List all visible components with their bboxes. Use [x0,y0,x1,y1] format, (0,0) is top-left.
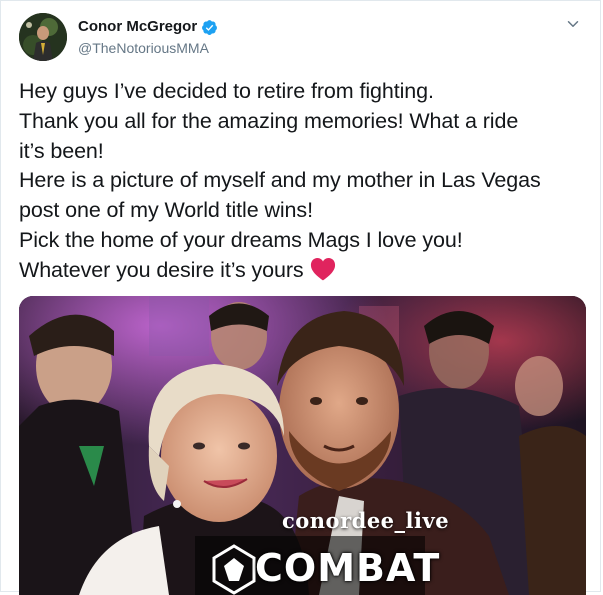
display-name-row: Conor McGregor [78,17,218,37]
tweet-text-line: Pick the home of your dreams Mags I love… [19,227,463,252]
tweet-text-line-last: Whatever you desire it’s yours [19,256,589,286]
tweet-text: Hey guys I’ve decided to retire from fig… [19,77,589,286]
verified-badge-icon [202,19,218,35]
tweet-text-line: Whatever you desire it’s yours [19,257,304,282]
avatar-icon [19,13,67,61]
tweet-media-photo[interactable]: conordee_live COMBAT [19,296,586,595]
tweet-text-line: Thank you all for the amazing memories! … [19,108,519,133]
author-names: Conor McGregor @TheNotoriousMMA [78,17,218,58]
tweet-text-line: Hey guys I’ve decided to retire from fig… [19,79,434,103]
chevron-down-icon[interactable] [564,15,582,33]
tweet-card: Conor McGregor @TheNotoriousMMA Hey guys… [0,0,601,595]
tweet-text-line: Here is a picture of myself and my mothe… [19,168,541,193]
photo-logo-text: COMBAT [255,546,441,590]
display-name[interactable]: Conor McGregor [78,17,197,37]
heart-icon [310,257,335,281]
tweet-text-line: post one of my World title wins! [19,198,313,223]
avatar[interactable] [19,13,67,61]
tweet-header: Conor McGregor @TheNotoriousMMA [19,13,582,63]
author-handle[interactable]: @TheNotoriousMMA [78,38,218,58]
photo-watermark: conordee_live [282,508,450,533]
tweet-text-line: it’s been! [19,138,104,163]
